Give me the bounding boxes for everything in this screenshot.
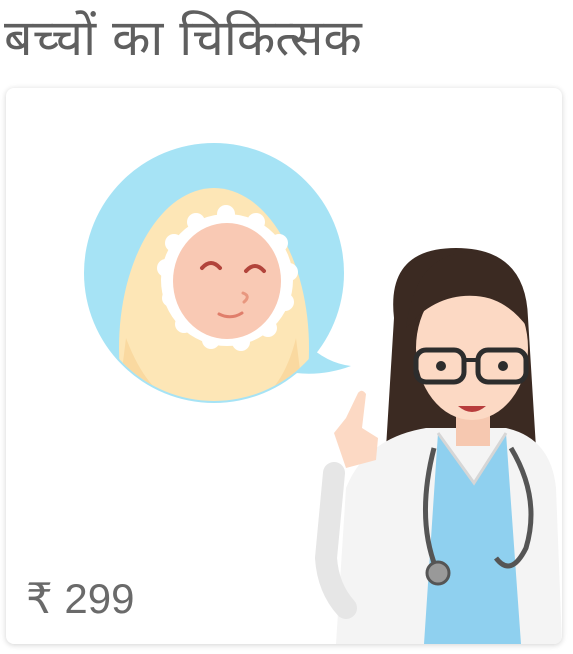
doctor-icon: [314, 248, 562, 644]
baby-doctor-illustration: [84, 143, 562, 644]
pediatrician-card[interactable]: ₹ 299: [6, 88, 562, 644]
page-title: बच्चों का चिकित्सक: [4, 9, 362, 67]
price-label: ₹ 299: [26, 575, 135, 622]
